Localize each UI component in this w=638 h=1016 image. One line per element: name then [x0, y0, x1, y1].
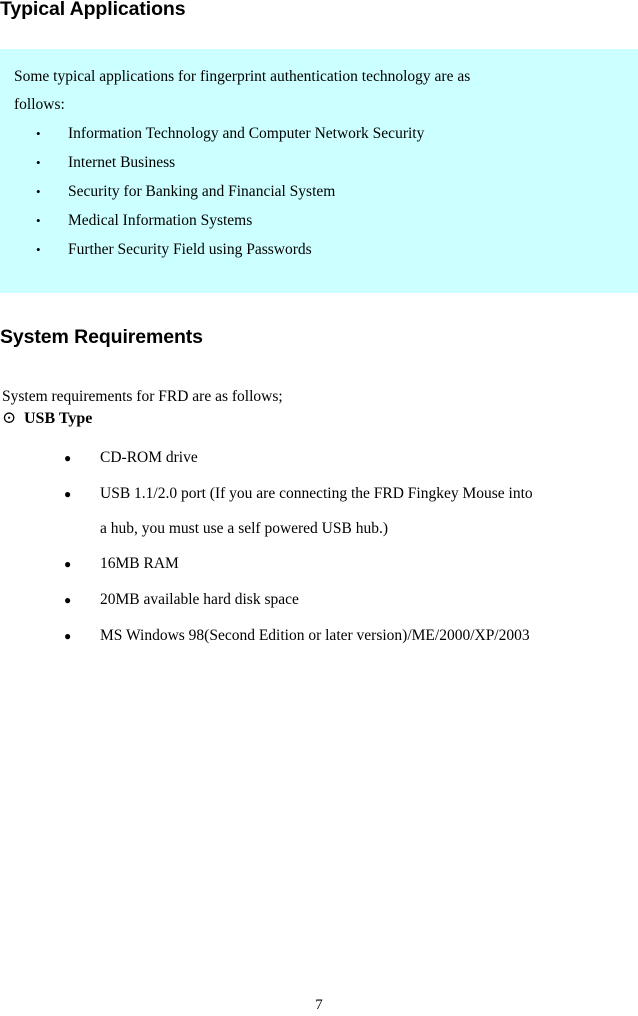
filled-bullet-icon: ● — [64, 487, 72, 501]
circled-dot-icon: ⊙ — [2, 408, 17, 427]
list-item-label: Medical Information Systems — [68, 212, 253, 229]
system-requirements-list: ● CD-ROM drive ● USB 1.1/2.0 port (If yo… — [0, 440, 638, 654]
page-title-typical-applications: Typical Applications — [0, 0, 186, 20]
document-page: Typical Applications Some typical applic… — [0, 0, 638, 1016]
filled-bullet-icon: ● — [64, 629, 72, 643]
page-number: 7 — [315, 997, 323, 1013]
filled-bullet-icon: ● — [64, 593, 72, 607]
bullet-icon: • — [36, 242, 41, 257]
list-item: ● 16MB RAM — [0, 546, 638, 582]
list-item-label: USB 1.1/2.0 port (If you are connecting … — [100, 485, 533, 502]
page-title-system-requirements: System Requirements — [0, 326, 203, 348]
bullet-icon: • — [36, 155, 41, 170]
list-item: • Further Security Field using Passwords — [0, 235, 638, 264]
system-requirements-intro: System requirements for FRD are as follo… — [2, 387, 283, 405]
list-item: • Security for Banking and Financial Sys… — [0, 177, 638, 206]
list-item: • Internet Business — [0, 148, 638, 177]
usb-type-subheading: ⊙ USB Type — [2, 406, 92, 431]
list-item: ● CD-ROM drive — [0, 440, 638, 476]
filled-bullet-icon: ● — [64, 451, 72, 465]
list-item-label: 16MB RAM — [100, 555, 179, 572]
list-item-label: Internet Business — [68, 154, 176, 171]
highlighted-applications-block: Some typical applications for fingerprin… — [0, 49, 638, 293]
list-item: ● 20MB available hard disk space — [0, 582, 638, 618]
list-item: • Medical Information Systems — [0, 206, 638, 235]
applications-intro-paragraph: Some typical applications for fingerprin… — [14, 63, 626, 119]
usb-type-label: USB Type — [24, 410, 93, 427]
list-item-label: Further Security Field using Passwords — [68, 241, 312, 258]
typical-applications-list: • Information Technology and Computer Ne… — [0, 119, 638, 264]
list-item: ● USB 1.1/2.0 port (If you are connectin… — [0, 476, 638, 546]
bullet-icon: • — [36, 126, 41, 141]
list-item-label: CD-ROM drive — [100, 449, 198, 466]
applications-intro-line-2: follows: — [14, 96, 65, 113]
list-item-label: Security for Banking and Financial Syste… — [68, 183, 336, 200]
filled-bullet-icon: ● — [64, 557, 72, 571]
list-item-label: MS Windows 98(Second Edition or later ve… — [100, 627, 530, 644]
list-item-label: 20MB available hard disk space — [100, 591, 299, 608]
bullet-icon: • — [36, 213, 41, 228]
list-item: • Information Technology and Computer Ne… — [0, 119, 638, 148]
bullet-icon: • — [36, 184, 41, 199]
applications-intro-line-1: Some typical applications for fingerprin… — [14, 68, 471, 85]
list-item-label: Information Technology and Computer Netw… — [68, 125, 425, 142]
list-item-label-continuation: a hub, you must use a self powered USB h… — [100, 520, 388, 537]
list-item: ● MS Windows 98(Second Edition or later … — [0, 618, 638, 654]
